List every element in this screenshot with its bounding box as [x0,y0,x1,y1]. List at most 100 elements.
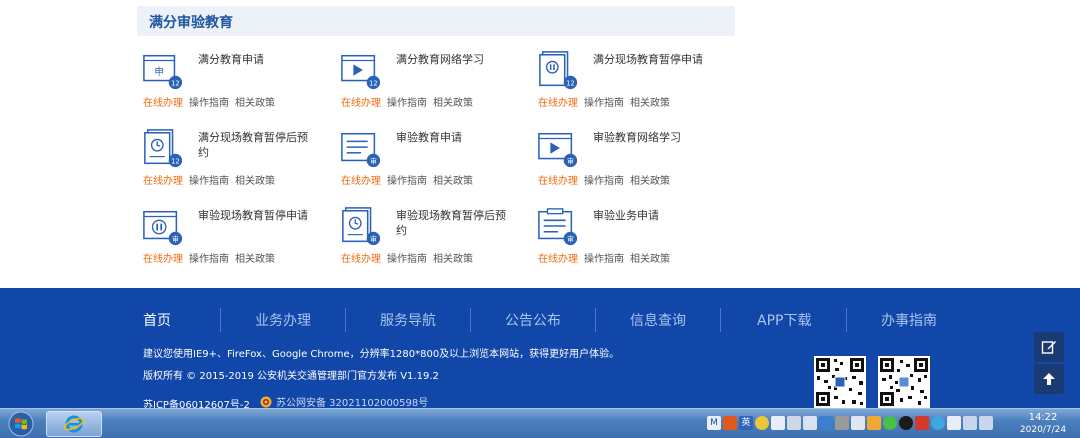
related-policy-link[interactable]: 相关政策 [630,98,670,109]
punctuation-icon[interactable] [771,416,785,430]
related-policy-link[interactable]: 相关政策 [433,254,473,265]
video-play-icon: 12 [341,54,381,90]
nav-app-download[interactable]: APP下载 [757,310,811,330]
operation-guide-link[interactable]: 操作指南 [584,254,624,265]
moon-icon[interactable] [755,416,769,430]
service-item[interactable]: 审 审验现场教育暂停后预约在线办理 操作指南 相关政策 [336,202,526,265]
service-item[interactable]: 审 审验教育网络学习 在线办理 操作指南 相关政策 [533,124,723,187]
nav-service-guide[interactable]: 服务导航 [380,310,436,330]
service-item-name[interactable]: 满分教育网络学习 [396,52,516,67]
qr-code-icon [878,356,930,408]
nav-divider [595,308,596,332]
service-item-name[interactable]: 满分现场教育暂停后预约 [198,130,318,160]
tray-network-tool-icon[interactable] [835,416,849,430]
nav-divider [470,308,471,332]
start-button[interactable] [2,409,40,438]
operation-guide-link[interactable]: 操作指南 [584,176,624,187]
antivirus-icon[interactable] [915,416,929,430]
ie-taskbar-button[interactable] [46,411,102,437]
nav-divider [345,308,346,332]
ime-language-icon[interactable]: 英 [739,416,753,430]
related-policy-link[interactable]: 相关政策 [235,176,275,187]
nav-info-query[interactable]: 信息查询 [630,310,686,330]
service-item-links: 在线办理 操作指南 相关政策 [143,250,281,265]
expand-tray-icon[interactable] [851,416,865,430]
related-policy-link[interactable]: 相关政策 [235,254,275,265]
tray-settings-icon[interactable] [803,416,817,430]
pause-window-icon: 审 [143,210,183,246]
volume-icon[interactable] [979,416,993,430]
qq-icon[interactable] [899,416,913,430]
service-item[interactable]: 审 审验现场教育暂停申请在线办理 操作指南 相关政策 [138,202,328,265]
operation-guide-link[interactable]: 操作指南 [387,98,427,109]
browser-tip: 建议您使用IE9+、FireFox、Google Chrome，分辨率1280*… [143,349,620,360]
online-apply-link[interactable]: 在线办理 [341,254,381,265]
clock-doc-icon: 审 [342,207,381,246]
badge-text: 12 [171,79,180,87]
online-apply-link[interactable]: 在线办理 [341,176,381,187]
online-apply-link[interactable]: 在线办理 [143,176,183,187]
service-item-name[interactable]: 审验教育申请 [396,130,516,145]
back-to-top-button[interactable] [1034,364,1064,394]
badge-text: 审 [370,234,377,243]
badge-text: 12 [566,79,575,87]
badge-text: 12 [369,79,378,87]
operation-guide-link[interactable]: 操作指南 [584,98,624,109]
wechat-icon[interactable] [883,416,897,430]
operation-guide-link[interactable]: 操作指南 [189,176,229,187]
form-doc-icon: 审 [538,208,578,246]
nav-announcements[interactable]: 公告公布 [505,310,561,330]
sync-icon[interactable] [931,416,945,430]
tray-app-icon[interactable] [723,416,737,430]
service-item-name[interactable]: 审验教育网络学习 [593,130,713,145]
online-apply-link[interactable]: 在线办理 [538,98,578,109]
nav-business[interactable]: 业务办理 [255,310,311,330]
operation-guide-link[interactable]: 操作指南 [387,176,427,187]
tray-tool-icon[interactable] [819,416,833,430]
service-item-name[interactable]: 审验现场教育暂停后预约 [396,208,516,238]
service-item[interactable]: 12 满分现场教育暂停申请在线办理 操作指南 相关政策 [533,46,723,109]
nav-divider [846,308,847,332]
windows-logo-icon [8,411,34,437]
footer-nav: 首页 业务办理 服务导航 公告公布 信息查询 APP下载 办事指南 [0,308,1080,332]
service-item-name[interactable]: 审验业务申请 [593,208,713,223]
service-item[interactable]: 12 满分教育网络学习在线办理 操作指南 相关政策 [336,46,526,109]
online-apply-link[interactable]: 在线办理 [538,254,578,265]
online-apply-link[interactable]: 在线办理 [538,176,578,187]
operation-guide-link[interactable]: 操作指南 [189,98,229,109]
online-apply-link[interactable]: 在线办理 [143,98,183,109]
related-policy-link[interactable]: 相关政策 [630,254,670,265]
police-record-link[interactable]: 苏公网安备 32021102000598号 [260,394,428,409]
feedback-button[interactable] [1034,332,1064,362]
service-item-links: 在线办理 操作指南 相关政策 [538,94,676,109]
related-policy-link[interactable]: 相关政策 [433,98,473,109]
related-policy-link[interactable]: 相关政策 [235,98,275,109]
service-item[interactable]: 12 满分现场教育暂停后预约 在线办理 操作指南 相关政策 [138,124,328,187]
service-item-name[interactable]: 审验现场教育暂停申请 [198,208,318,223]
service-item-links: 在线办理 操作指南 相关政策 [341,250,479,265]
arrow-up-icon [1043,373,1055,385]
related-policy-link[interactable]: 相关政策 [630,176,670,187]
operation-guide-link[interactable]: 操作指南 [189,254,229,265]
taskbar: M 英 14:22 2020/7/24 [0,408,1080,438]
online-apply-link[interactable]: 在线办理 [341,98,381,109]
police-emblem-icon [260,396,272,407]
taskbar-clock[interactable]: 14:22 2020/7/24 [1016,411,1070,436]
service-item[interactable]: 申 12 满分教育申请 在线办理 操作指南 相关政策 [138,46,328,109]
service-item[interactable]: 审 审验教育申请 在线办理 操作指南 相关政策 [336,124,526,187]
operation-guide-link[interactable]: 操作指南 [387,254,427,265]
service-item-name[interactable]: 满分教育申请 [198,52,318,67]
online-apply-link[interactable]: 在线办理 [143,254,183,265]
ime-mode-icon[interactable]: M [707,416,721,430]
service-item[interactable]: 审 审验业务申请在线办理 操作指南 相关政策 [533,202,723,265]
keyboard-icon[interactable] [787,416,801,430]
service-item-name[interactable]: 满分现场教育暂停申请 [593,52,713,67]
section-header: 满分审验教育 [137,6,735,36]
nav-home[interactable]: 首页 [143,310,171,330]
nav-guide[interactable]: 办事指南 [881,310,937,330]
tray-folder-icon[interactable] [867,416,881,430]
related-policy-link[interactable]: 相关政策 [433,176,473,187]
network-icon[interactable] [963,416,977,430]
flag-icon[interactable] [947,416,961,430]
footer: 首页 业务办理 服务导航 公告公布 信息查询 APP下载 办事指南 建议您使用I… [0,288,1080,411]
